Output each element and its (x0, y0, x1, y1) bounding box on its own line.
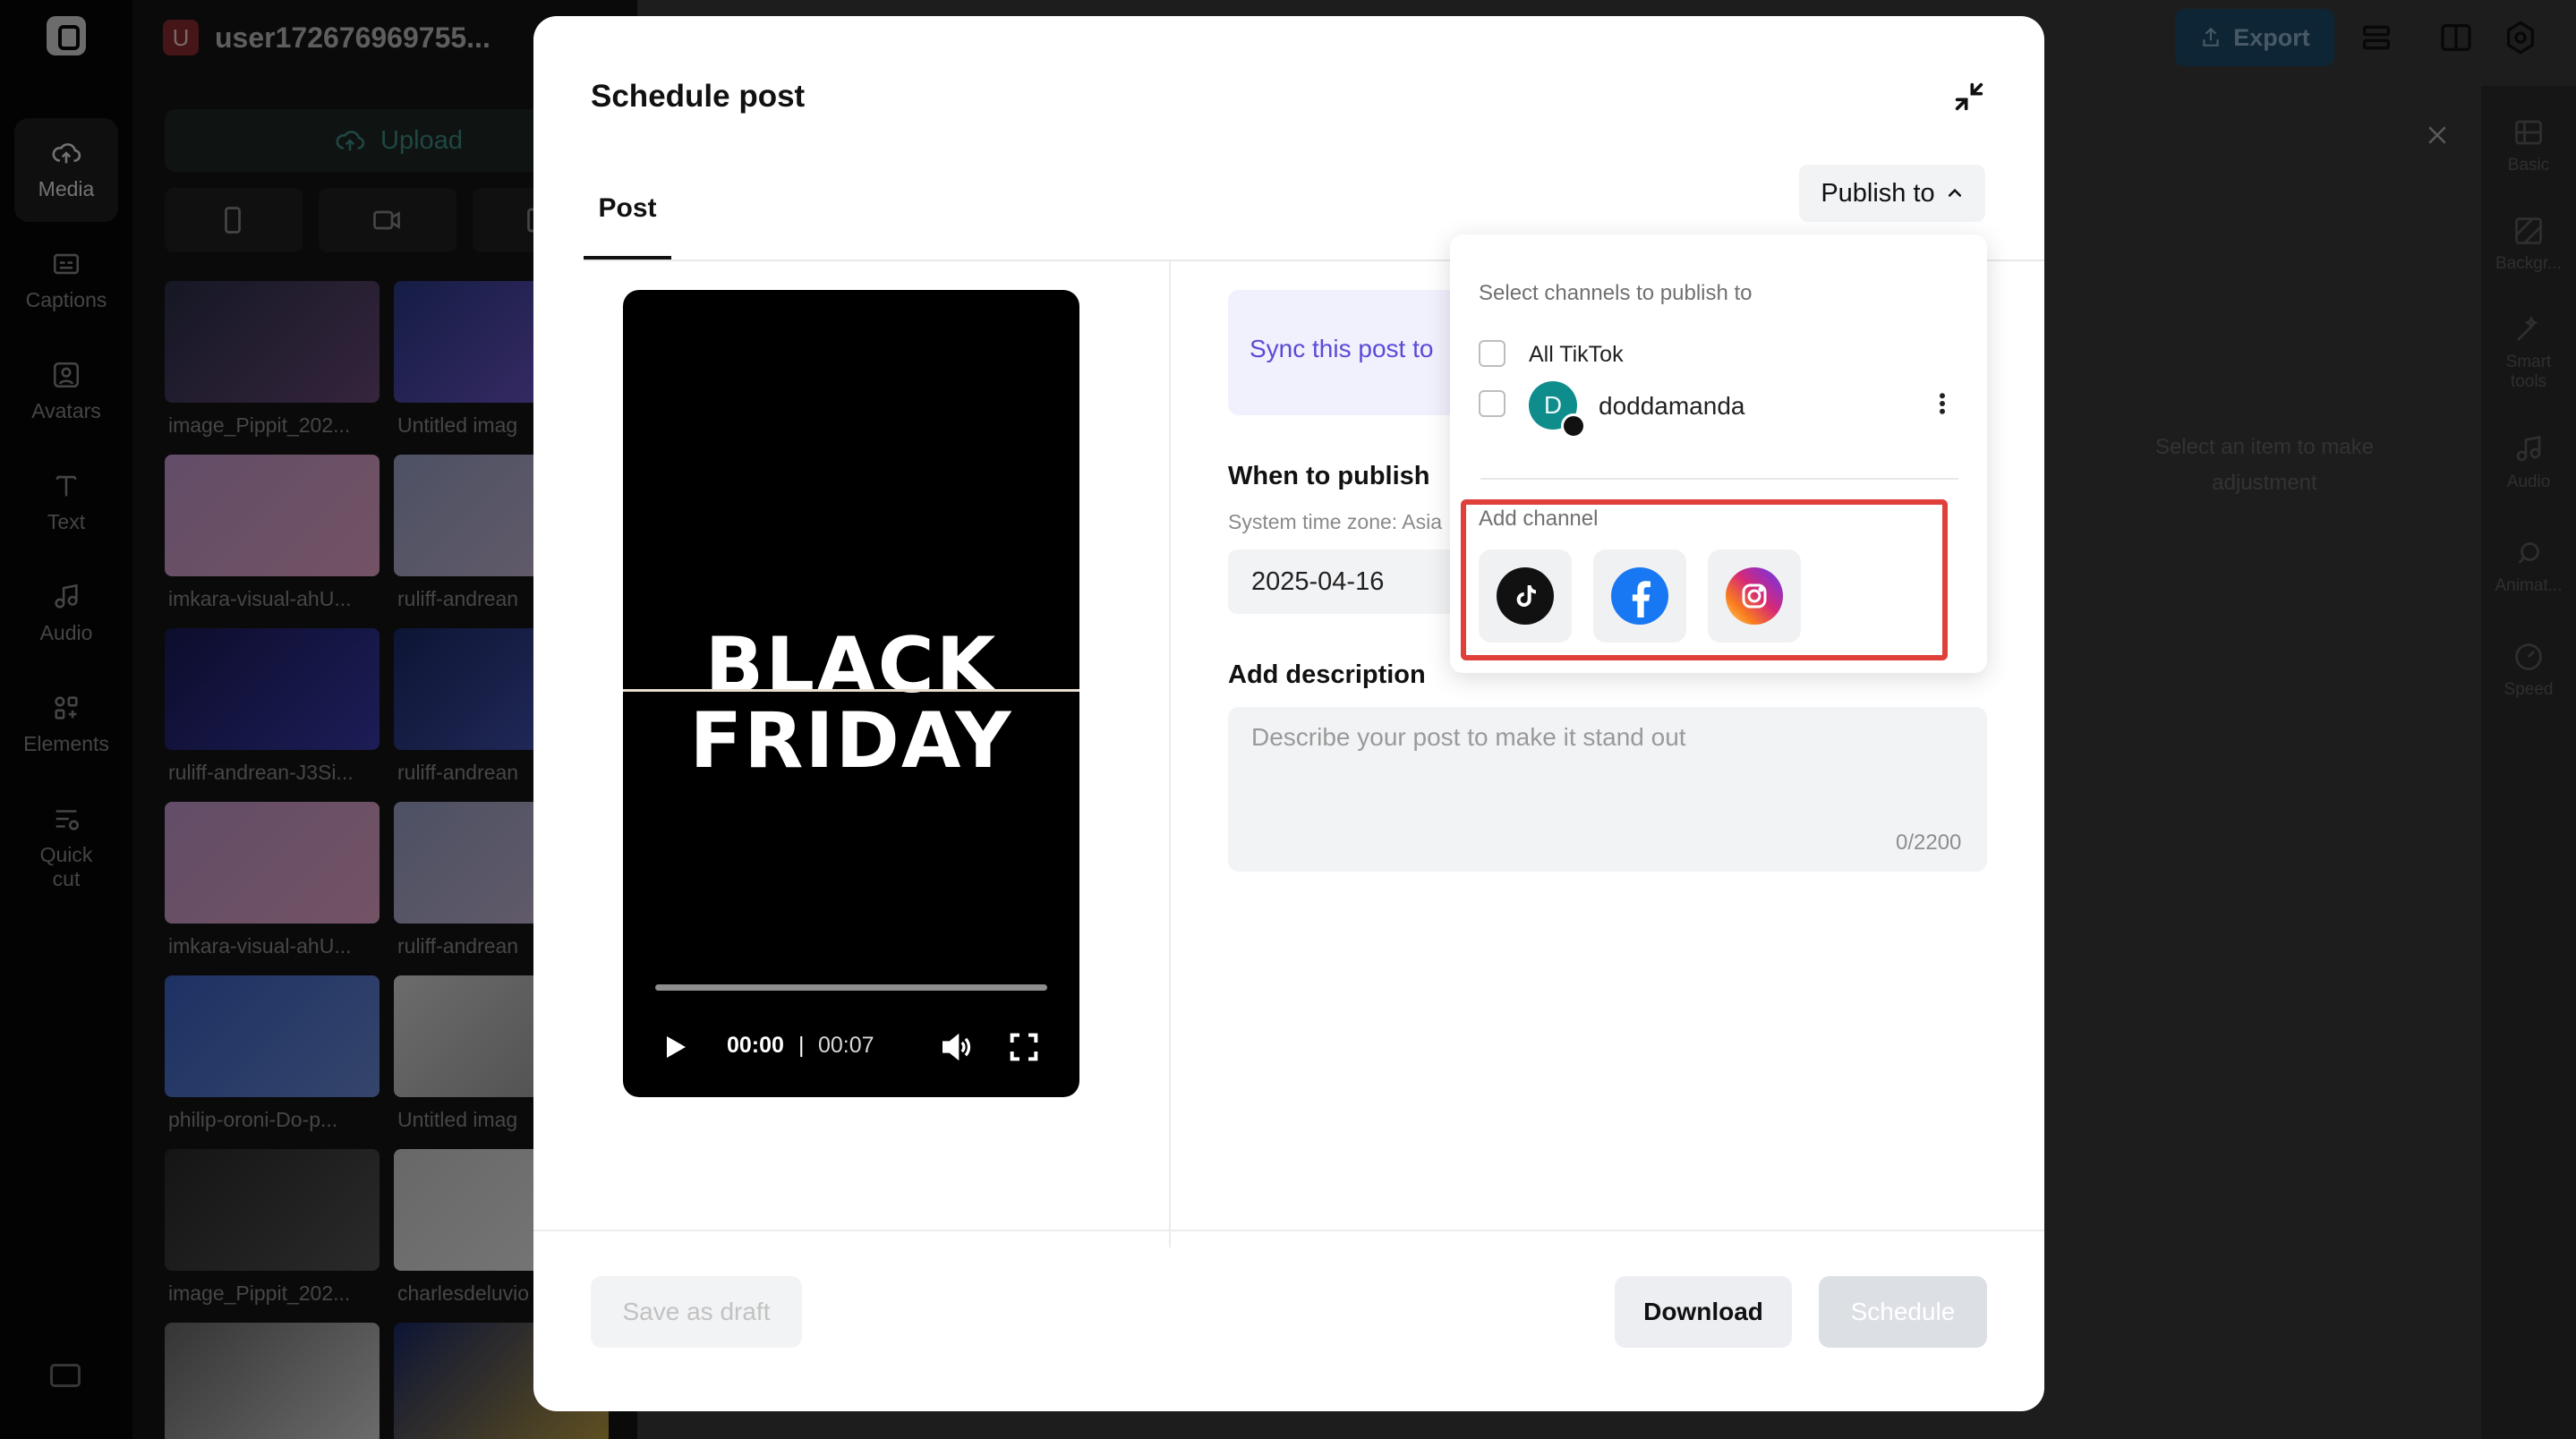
all-tiktok-checkbox[interactable] (1479, 340, 1506, 367)
publish-to-button[interactable]: Publish to (1799, 165, 1985, 222)
sync-post-card[interactable]: Sync this post to (1228, 290, 1479, 415)
account-checkbox[interactable] (1479, 390, 1506, 417)
current-time: 00:00 (727, 1033, 784, 1058)
play-icon[interactable] (659, 1029, 691, 1065)
publish-channels-dropdown: Select channels to publish to All TikTok… (1450, 234, 1987, 673)
footer-divider (533, 1230, 2044, 1231)
date-picker[interactable]: 2025-04-16 (1228, 549, 1461, 614)
dialog-title: Schedule post (591, 79, 806, 114)
character-counter: 0/2200 (1896, 830, 1962, 855)
video-preview[interactable]: BLACK FRIDAY 00:00 | 00:07 (623, 290, 1079, 1097)
add-description-label: Add description (1228, 660, 1426, 689)
tab-post[interactable]: Post (584, 165, 671, 260)
tiktok-badge-icon (1561, 413, 1586, 439)
when-to-publish-label: When to publish (1228, 462, 1430, 490)
instagram-icon (1726, 567, 1783, 625)
time-separator: | (798, 1033, 805, 1058)
all-tiktok-label: All TikTok (1529, 342, 1624, 367)
video-progress-bar[interactable] (655, 984, 1047, 991)
duration: 00:07 (818, 1033, 874, 1058)
dropdown-separator (1480, 478, 1958, 480)
schedule-button[interactable]: Schedule (1819, 1276, 1987, 1348)
video-divider-line (623, 689, 1079, 692)
facebook-icon (1611, 567, 1668, 625)
add-instagram-button[interactable] (1708, 549, 1801, 643)
add-tiktok-button[interactable] (1479, 549, 1572, 643)
description-input[interactable] (1228, 707, 1987, 872)
column-divider (1169, 261, 1171, 1247)
add-facebook-button[interactable] (1593, 549, 1686, 643)
more-options-icon[interactable] (1937, 390, 1948, 417)
video-title-line2: FRIDAY (689, 696, 1013, 786)
sync-text: Sync this post to (1250, 335, 1434, 362)
close-icon[interactable] (2424, 122, 2451, 149)
chevron-up-icon (1948, 188, 1961, 197)
tiktok-icon (1497, 567, 1554, 625)
collapse-icon[interactable] (1951, 79, 1987, 115)
add-channel-label: Add channel (1479, 507, 1599, 531)
schedule-post-dialog: Schedule post Post Publish to BLACK FRID… (533, 16, 2044, 1411)
timezone-text: System time zone: Asia (1228, 510, 1443, 533)
date-value: 2025-04-16 (1251, 567, 1385, 596)
dropdown-heading: Select channels to publish to (1479, 281, 1753, 305)
volume-icon[interactable] (936, 1029, 976, 1065)
publish-to-label: Publish to (1821, 178, 1935, 208)
account-name: doddamanda (1599, 392, 1745, 420)
fullscreen-icon[interactable] (1006, 1029, 1042, 1065)
download-button[interactable]: Download (1615, 1276, 1792, 1348)
save-as-draft-button[interactable]: Save as draft (591, 1276, 802, 1348)
